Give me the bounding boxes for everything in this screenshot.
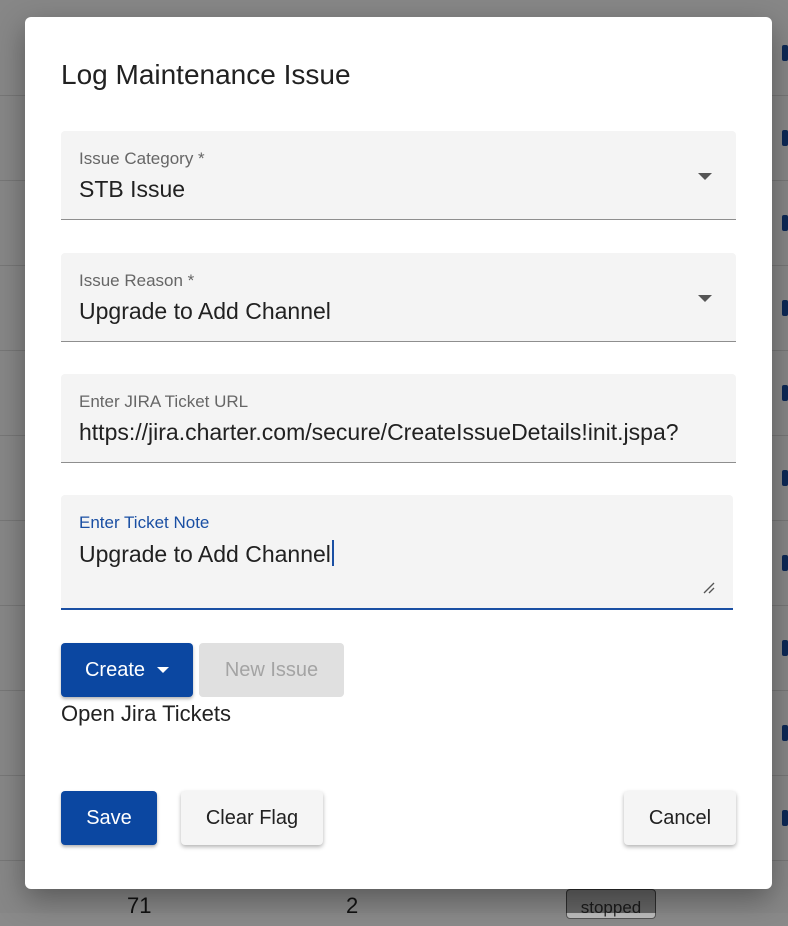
ticket-note-value-wrap: Upgrade to Add Channel bbox=[79, 540, 719, 568]
issue-reason-select[interactable]: Issue Reason * Upgrade to Add Channel bbox=[61, 253, 736, 342]
save-button[interactable]: Save bbox=[61, 791, 157, 845]
resize-handle-icon[interactable] bbox=[701, 580, 715, 594]
text-cursor bbox=[331, 540, 334, 566]
log-maintenance-issue-dialog: Log Maintenance Issue Issue Category * S… bbox=[25, 17, 772, 889]
issue-reason-value: Upgrade to Add Channel bbox=[79, 298, 331, 324]
open-jira-tickets-label: Open Jira Tickets bbox=[61, 701, 231, 726]
dropdown-arrow-icon[interactable] bbox=[698, 173, 712, 180]
issue-category-label: Issue Category * bbox=[79, 149, 205, 168]
issue-category-select[interactable]: Issue Category * STB Issue bbox=[61, 131, 736, 220]
clear-flag-button[interactable]: Clear Flag bbox=[181, 791, 323, 845]
ticket-note-value: Upgrade to Add Channel bbox=[79, 541, 331, 567]
jira-url-label: Enter JIRA Ticket URL bbox=[79, 392, 249, 411]
dropdown-arrow-icon[interactable] bbox=[698, 295, 712, 302]
create-dropdown-button[interactable]: Create bbox=[61, 643, 193, 697]
ticket-note-textarea[interactable]: Enter Ticket Note Upgrade to Add Channel bbox=[61, 495, 733, 610]
issue-category-value: STB Issue bbox=[79, 176, 186, 202]
create-button-label: Create bbox=[84, 658, 146, 681]
chevron-down-icon bbox=[157, 667, 170, 673]
ticket-note-label: Enter Ticket Note bbox=[79, 513, 210, 532]
cancel-button[interactable]: Cancel bbox=[624, 791, 736, 845]
new-issue-button[interactable]: New Issue bbox=[199, 643, 344, 697]
jira-url-value: https://jira.charter.com/secure/CreateIs… bbox=[79, 419, 679, 445]
jira-url-input[interactable]: Enter JIRA Ticket URL https://jira.chart… bbox=[61, 374, 736, 463]
dialog-title: Log Maintenance Issue bbox=[61, 59, 351, 90]
issue-reason-label: Issue Reason * bbox=[79, 271, 195, 290]
